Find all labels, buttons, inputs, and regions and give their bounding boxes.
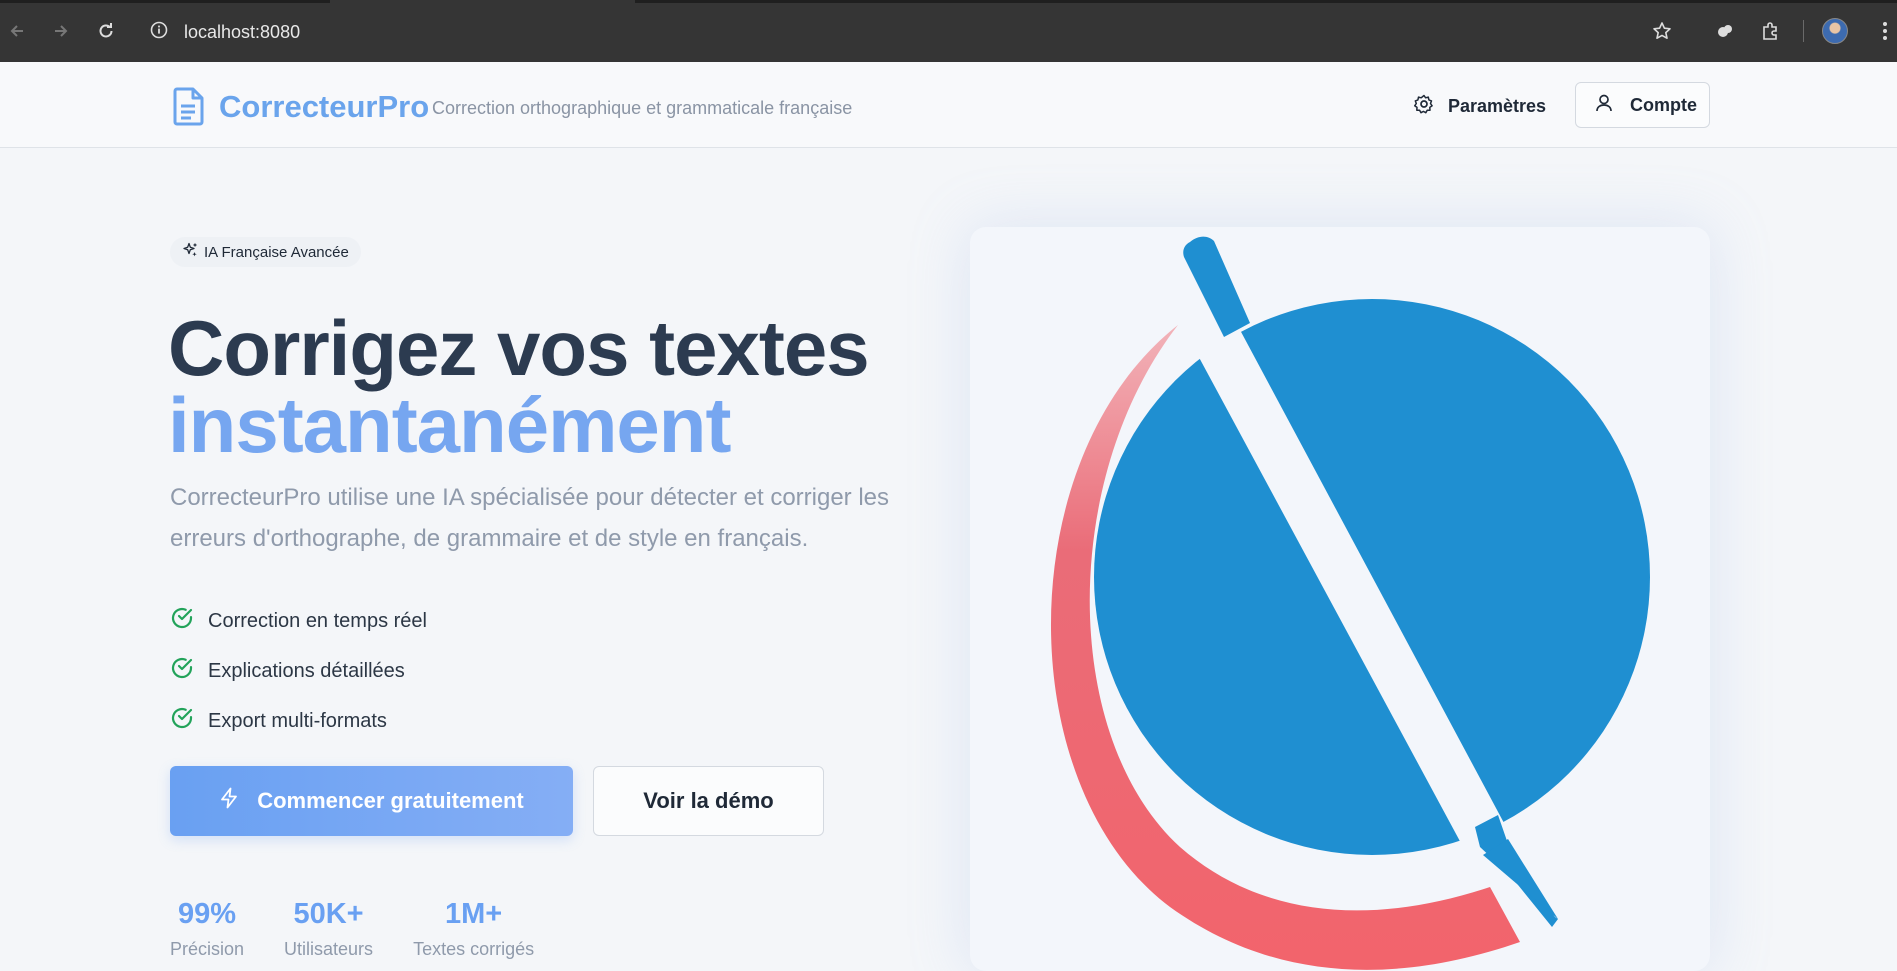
feature-label: Export multi-formats [208, 709, 387, 732]
stat-value: 50K+ [293, 898, 364, 930]
toolbar-divider [1803, 20, 1804, 42]
site-info-icon[interactable] [150, 21, 168, 44]
feature-list: Correction en temps réel Explications dé… [170, 596, 427, 746]
stat-users: 50K+ Utilisateurs [284, 898, 373, 960]
check-circle-icon [170, 706, 194, 736]
badge-label: IA Française Avancée [204, 243, 349, 261]
hero-description: CorrecteurPro utilise une IA spécialisée… [170, 484, 890, 552]
stat-label: Utilisateurs [284, 939, 374, 959]
ai-badge: IA Française Avancée [170, 237, 361, 267]
url-text: localhost:8080 [184, 21, 301, 42]
lightning-icon [219, 787, 239, 815]
settings-label: Paramètres [1448, 95, 1547, 116]
browser-toolbar: localhost:8080 [0, 0, 1897, 62]
puzzle-icon[interactable] [1756, 17, 1784, 45]
settings-button[interactable]: Paramètres [1413, 86, 1547, 126]
brand-name[interactable]: CorrecteurPro [219, 89, 429, 125]
check-circle-icon [170, 606, 194, 636]
start-free-label: Commencer gratuitement [257, 788, 524, 813]
profile-avatar[interactable] [1821, 17, 1849, 45]
extension-icon[interactable] [1711, 17, 1739, 45]
back-icon[interactable] [4, 18, 30, 44]
feature-item: Export multi-formats [170, 696, 427, 746]
feature-label: Explications détaillées [208, 659, 405, 682]
stats-row: 99% Précision 50K+ Utilisateurs 1M+ Text… [170, 898, 534, 960]
document-icon[interactable] [172, 86, 206, 126]
brand-tagline: Correction orthographique et grammatical… [432, 98, 853, 118]
tab-strip-edge [0, 0, 330, 3]
account-label: Compte [1630, 94, 1697, 115]
account-button[interactable]: Compte [1575, 82, 1710, 128]
stat-precision: 99% Précision [170, 898, 244, 960]
forward-icon[interactable] [48, 18, 74, 44]
feature-item: Correction en temps réel [170, 596, 427, 646]
reload-icon[interactable] [93, 18, 119, 44]
stat-label: Textes corrigés [413, 939, 535, 959]
user-icon [1594, 93, 1614, 118]
avatar [1822, 18, 1848, 44]
pen-cap [1183, 236, 1250, 337]
stat-label: Précision [170, 939, 245, 959]
tab-strip-edge [635, 0, 1897, 3]
site-header: CorrecteurPro Correction orthographique … [0, 62, 1897, 148]
gear-icon [1413, 94, 1434, 119]
check-circle-icon [170, 656, 194, 686]
stat-texts: 1M+ Textes corrigés [413, 898, 534, 960]
view-demo-button[interactable]: Voir la démo [593, 766, 824, 836]
headline-line-2: instantanément [168, 381, 731, 469]
stat-value: 99% [177, 898, 237, 930]
feature-item: Explications détaillées [170, 646, 427, 696]
start-free-button[interactable]: Commencer gratuitement [170, 766, 573, 836]
address-bar[interactable]: localhost:8080 [150, 18, 300, 46]
stat-value: 1M+ [444, 898, 503, 930]
menu-kebab-icon[interactable] [1871, 17, 1897, 45]
hero-illustration-card [970, 227, 1710, 971]
globe-pen-illustration [1050, 236, 1650, 970]
feature-label: Correction en temps réel [208, 609, 427, 632]
bookmark-star-icon[interactable] [1648, 17, 1676, 45]
sparkles-icon [182, 242, 198, 262]
